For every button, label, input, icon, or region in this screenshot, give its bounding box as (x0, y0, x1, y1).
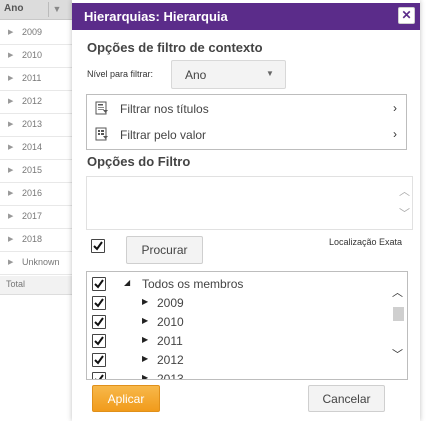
pivot-row[interactable]: ▶ 2014 (0, 137, 72, 160)
menu-item-label: Filtrar nos títulos (120, 102, 209, 116)
level-label: Nível para filtrar: (87, 69, 154, 79)
apply-button[interactable]: Aplicar (92, 385, 160, 412)
filter-options-title: Opções do Filtro (87, 154, 191, 169)
expand-icon[interactable]: ▶ (142, 316, 148, 325)
expand-icon[interactable]: ▶ (142, 297, 148, 306)
expand-icon[interactable]: ▶ (8, 143, 13, 151)
expand-icon[interactable]: ▶ (8, 258, 13, 266)
checkmark-icon (95, 374, 104, 379)
pivot-row[interactable]: ▶ 2009 (0, 22, 72, 45)
checkmark-icon (94, 279, 104, 289)
tree-item-checkbox[interactable] (92, 334, 106, 348)
tree-item-label: 2013 (157, 372, 184, 380)
expand-icon[interactable]: ▶ (8, 74, 13, 82)
chevron-down-icon: ▼ (266, 69, 274, 78)
filter-value-icon (95, 127, 108, 141)
tree-item-checkbox[interactable] (92, 296, 106, 310)
tree-item-checkbox[interactable] (92, 353, 106, 367)
tree-item-label: 2011 (157, 334, 183, 348)
hierarchy-filter-dialog: Hierarquias: Hierarquia ✕ Opções de filt… (72, 0, 420, 421)
expand-icon[interactable]: ▶ (8, 97, 13, 105)
cancel-button[interactable]: Cancelar (308, 385, 385, 412)
pivot-header-label: Ano (4, 3, 24, 14)
scroll-up-icon[interactable]: ︿ (399, 183, 410, 199)
expand-icon[interactable]: ▶ (8, 120, 13, 128)
checkmark-icon (94, 317, 104, 327)
expand-icon[interactable]: ▶ (142, 335, 148, 344)
pivot-grid: Ano ▼ ▶ 2009 ▶ 2010 ▶ 2011 ▶ 2012 ▶ 2013 ▶ 201… (0, 0, 74, 421)
scrollbar-thumb[interactable] (393, 307, 404, 321)
level-select[interactable]: Ano ▼ (171, 60, 286, 89)
pivot-row[interactable]: ▶ 2012 (0, 91, 72, 114)
scroll-down-icon[interactable]: ﹀ (399, 205, 410, 221)
level-select-value: Ano (185, 68, 207, 82)
pivot-row[interactable]: ▶ 2011 (0, 68, 72, 91)
expand-icon[interactable]: ▶ (8, 212, 13, 220)
pivot-total-row: Total (0, 276, 72, 295)
tree-item-label: 2012 (157, 353, 184, 367)
member-tree: ◢ Todos os membros ▶ 2009 ▶ 2010 ▶ 2011 … (86, 271, 408, 380)
tree-item[interactable]: ▶ 2009 (87, 293, 387, 312)
tree-item[interactable]: ▶ 2011 (87, 331, 387, 350)
collapse-icon[interactable]: ◢ (124, 278, 130, 287)
expand-icon[interactable]: ▶ (142, 354, 148, 363)
pivot-row[interactable]: ▶ 2010 (0, 45, 72, 68)
tree-scrollbar[interactable]: ︿ ﹀ (390, 272, 406, 379)
chevron-down-icon[interactable]: ﹀ (392, 346, 403, 362)
filter-type-menu: Filtrar nos títulos › Filtrar pelo valor… (86, 94, 407, 150)
expand-icon[interactable]: ▶ (8, 166, 13, 174)
tree-item-label: 2009 (157, 296, 184, 310)
pivot-row[interactable]: ▶ 2016 (0, 183, 72, 206)
menu-item-filter-value[interactable]: Filtrar pelo valor › (87, 122, 406, 148)
context-options-title: Opções de filtro de contexto (87, 40, 263, 55)
checkmark-icon (93, 241, 103, 251)
close-icon[interactable]: ✕ (398, 7, 415, 24)
chevron-up-icon[interactable]: ︿ (392, 284, 403, 300)
pivot-row[interactable]: ▶ Unknown (0, 252, 72, 275)
tree-item[interactable]: ▶ 2012 (87, 350, 387, 369)
dialog-title: Hierarquias: Hierarquia (84, 9, 228, 24)
filter-titles-icon (95, 101, 108, 115)
search-button[interactable]: Procurar (126, 236, 203, 264)
menu-item-filter-titles[interactable]: Filtrar nos títulos › (87, 96, 406, 122)
expand-icon[interactable]: ▶ (142, 373, 148, 379)
tree-item-label: 2010 (157, 315, 184, 329)
exact-match-label: Localização Exata (329, 237, 403, 247)
tree-item[interactable]: ▶ 2013 (87, 369, 387, 380)
checkmark-icon (94, 336, 104, 346)
pivot-row[interactable]: ▶ 2018 (0, 229, 72, 252)
chevron-right-icon: › (393, 127, 397, 141)
expand-icon[interactable]: ▶ (8, 235, 13, 243)
checkmark-icon (94, 298, 104, 308)
menu-item-label: Filtrar pelo valor (120, 128, 207, 142)
tree-item-checkbox[interactable] (92, 372, 106, 379)
tree-item-checkbox[interactable] (92, 277, 106, 291)
checkmark-icon (94, 355, 104, 365)
tree-item-label: Todos os membros (142, 277, 244, 291)
filter-dropdown-icon[interactable]: ▼ (48, 2, 65, 17)
chevron-right-icon: › (393, 101, 397, 115)
pivot-row[interactable]: ▶ 2013 (0, 114, 72, 137)
pivot-column-header[interactable]: Ano ▼ (0, 0, 72, 20)
tree-item-all-members[interactable]: ◢ Todos os membros (87, 274, 387, 293)
tree-item-checkbox[interactable] (92, 315, 106, 329)
dialog-titlebar[interactable]: Hierarquias: Hierarquia ✕ (72, 3, 420, 30)
expand-icon[interactable]: ▶ (8, 28, 13, 36)
expand-icon[interactable]: ▶ (8, 51, 13, 59)
filter-text-area[interactable]: ︿ ﹀ (86, 176, 413, 230)
pivot-row[interactable]: ▶ 2017 (0, 206, 72, 229)
pivot-row[interactable]: ▶ 2015 (0, 160, 72, 183)
expand-icon[interactable]: ▶ (8, 189, 13, 197)
tree-item[interactable]: ▶ 2010 (87, 312, 387, 331)
select-all-checkbox[interactable] (91, 239, 105, 253)
